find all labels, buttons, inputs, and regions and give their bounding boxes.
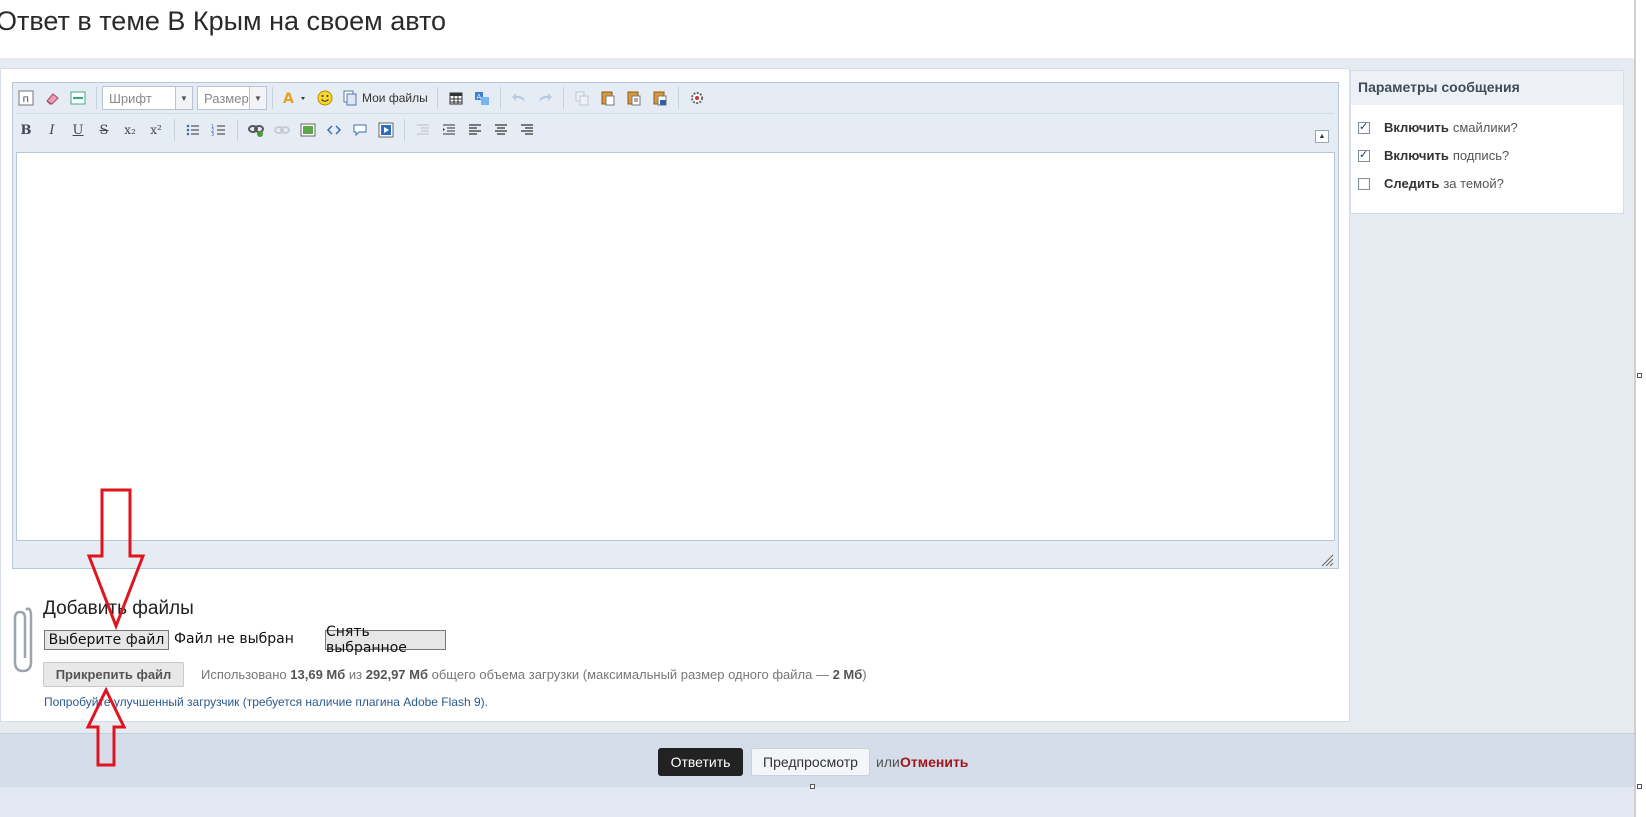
paste-text-icon[interactable] [621,86,647,110]
font-select-label: Шрифт [109,90,152,106]
usage-max-file: 2 Мб [832,667,863,682]
toolbar-row-2: B I U S x₂ x² 123 [13,115,540,145]
resize-handle[interactable] [1637,784,1642,789]
no-file-chosen-text: Файл не выбран [174,631,294,647]
horizontal-rule-icon[interactable] [65,86,91,110]
flash-uploader-link[interactable]: Попробуйте улучшенный загрузчик (требует… [44,695,488,709]
usage-total: 292,97 Мб [365,667,428,682]
cancel-link[interactable]: Отменить [900,754,968,770]
my-files-button[interactable]: Мои файлы [338,86,432,110]
resize-handle[interactable] [810,784,815,789]
smiley-icon[interactable] [312,86,338,110]
outdent-icon[interactable] [436,118,462,142]
copy-icon[interactable] [569,86,595,110]
page-title: Ответ в теме В Крым на своем авто [0,6,447,36]
size-select-label: Размер [204,90,249,106]
option-label: за темой? [1443,176,1504,191]
svg-text:3: 3 [211,132,214,138]
option-label-bold: Включить [1384,148,1449,163]
choose-file-button[interactable]: Выберите файл [44,630,169,650]
link-icon[interactable] [243,118,269,142]
attach-file-button[interactable]: Прикрепить файл [43,662,184,687]
text-color-icon[interactable]: A [278,86,312,110]
toolbar-row-1: п Шрифт ▼ Размер ▼ A Мои файлы A [13,83,710,113]
preview-button[interactable]: Предпросмотр [751,748,870,776]
undo-icon[interactable] [506,86,532,110]
add-files-heading: Добавить файлы [43,598,194,619]
toggle-source-icon[interactable]: п [13,86,39,110]
usage-of: из [348,667,363,682]
usage-close: ) [862,667,867,682]
resize-grip-icon[interactable] [1318,553,1334,567]
option-enable-signature[interactable]: Включить подпись? [1358,148,1509,163]
bullet-list-icon[interactable] [180,118,206,142]
usage-prefix: Использовано [201,667,287,682]
paste-word-icon[interactable] [647,86,673,110]
bold-button[interactable]: B [13,118,39,142]
upload-usage-text: Использовано 13,69 Мб из 292,97 Мб общег… [201,667,867,682]
quote-icon[interactable] [347,118,373,142]
paste-icon[interactable] [595,86,621,110]
italic-button[interactable]: I [39,118,65,142]
option-label: подпись? [1452,148,1510,163]
usage-suffix: общего объема загрузки (максимальный раз… [431,667,829,682]
clear-selected-button[interactable]: Снять выбранное [325,624,446,656]
bottom-strip [0,787,1646,817]
align-left-icon[interactable] [462,118,488,142]
chevron-down-icon: ▼ [249,87,266,109]
svg-text:п: п [23,94,30,105]
signature-checkbox[interactable] [1358,148,1370,162]
resize-handle[interactable] [1637,373,1642,378]
numbered-list-icon[interactable]: 123 [206,118,232,142]
options-panel-title: Параметры сообщения [1358,79,1520,95]
smilies-checkbox[interactable] [1358,120,1370,134]
eraser-icon[interactable] [39,86,65,110]
strikethrough-button[interactable]: S [91,118,117,142]
window-right-edge [1634,0,1646,817]
translit-icon[interactable]: A [469,86,495,110]
align-right-icon[interactable] [514,118,540,142]
svg-text:A: A [476,93,481,101]
font-select[interactable]: Шрифт ▼ [102,86,193,110]
subscript-button[interactable]: x₂ [117,118,143,142]
align-center-icon[interactable] [488,118,514,142]
or-text: или [876,754,900,770]
option-label-bold: Следить [1384,176,1440,191]
indent-icon[interactable] [410,118,436,142]
reply-button[interactable]: Ответить [658,748,743,776]
settings-icon[interactable] [684,86,710,110]
video-icon[interactable] [373,118,399,142]
image-icon[interactable] [295,118,321,142]
option-label: смайлики? [1452,120,1518,135]
my-files-label: Мои файлы [362,91,428,105]
unlink-icon[interactable] [269,118,295,142]
option-watch-topic[interactable]: Следить за темой? [1358,176,1504,191]
table-icon[interactable] [443,86,469,110]
usage-used: 13,69 Мб [290,667,346,682]
underline-button[interactable]: U [65,118,91,142]
files-icon [343,90,357,106]
paperclip-icon [12,604,34,679]
chevron-down-icon: ▼ [175,87,192,109]
collapse-toolbar-button[interactable]: ▲ [1315,130,1329,143]
code-icon[interactable] [321,118,347,142]
message-textarea[interactable] [16,152,1335,541]
watch-topic-checkbox[interactable] [1358,177,1370,190]
option-label-bold: Включить [1384,120,1449,135]
redo-icon[interactable] [532,86,558,110]
superscript-button[interactable]: x² [143,118,169,142]
size-select[interactable]: Размер ▼ [197,86,267,110]
option-enable-smilies[interactable]: Включить смайлики? [1358,120,1518,135]
svg-text:A: A [283,91,294,106]
